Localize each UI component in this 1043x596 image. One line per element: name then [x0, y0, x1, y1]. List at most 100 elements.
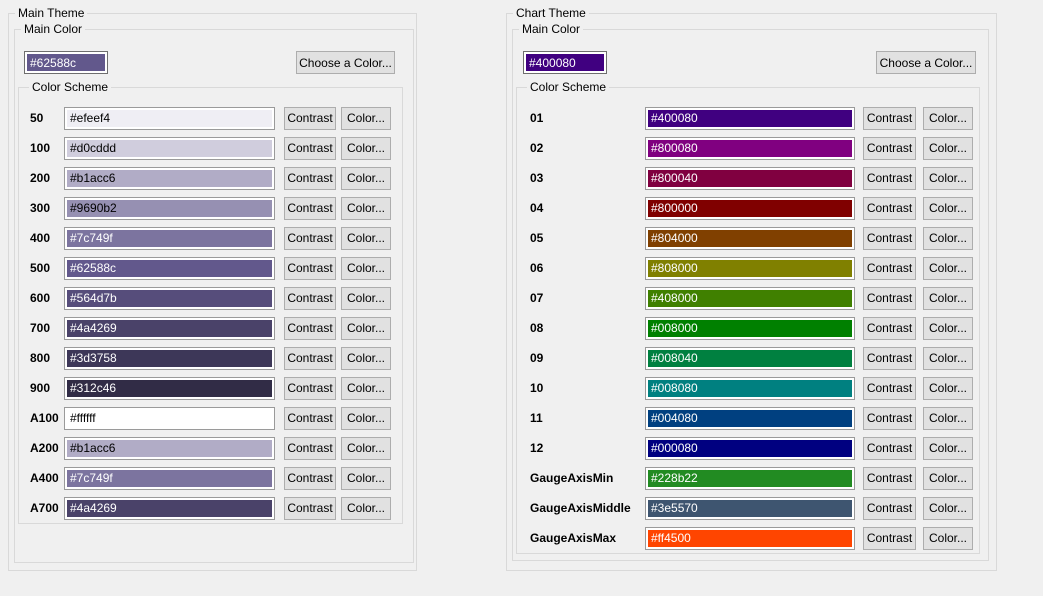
- scheme-color-field[interactable]: #ff4500: [645, 527, 855, 550]
- color-button[interactable]: Color...: [341, 197, 391, 220]
- choose-color-button[interactable]: Choose a Color...: [876, 51, 976, 74]
- main-color-swatch[interactable]: #400080: [523, 51, 607, 74]
- color-button[interactable]: Color...: [341, 287, 391, 310]
- color-button[interactable]: Color...: [341, 497, 391, 520]
- scheme-color-field[interactable]: #3d3758: [64, 347, 275, 370]
- contrast-button[interactable]: Contrast: [863, 467, 916, 490]
- contrast-button[interactable]: Contrast: [863, 437, 916, 460]
- contrast-button[interactable]: Contrast: [284, 347, 336, 370]
- scheme-color-value: #4a4269: [67, 320, 272, 337]
- color-button[interactable]: Color...: [923, 407, 973, 430]
- color-button[interactable]: Color...: [341, 437, 391, 460]
- contrast-button[interactable]: Contrast: [863, 257, 916, 280]
- color-scheme-row: A700 #4a4269 Contrast Color...: [19, 493, 402, 523]
- color-button[interactable]: Color...: [923, 287, 973, 310]
- color-button[interactable]: Color...: [923, 467, 973, 490]
- color-button[interactable]: Color...: [923, 137, 973, 160]
- contrast-button[interactable]: Contrast: [284, 167, 336, 190]
- scheme-color-field[interactable]: #008000: [645, 317, 855, 340]
- scheme-color-field[interactable]: #004080: [645, 407, 855, 430]
- color-button[interactable]: Color...: [341, 467, 391, 490]
- contrast-button[interactable]: Contrast: [284, 137, 336, 160]
- scheme-color-field[interactable]: #efeef4: [64, 107, 275, 130]
- scheme-color-field[interactable]: #408000: [645, 287, 855, 310]
- scheme-color-field[interactable]: #312c46: [64, 377, 275, 400]
- color-button[interactable]: Color...: [341, 407, 391, 430]
- color-button[interactable]: Color...: [923, 167, 973, 190]
- scheme-color-field[interactable]: #228b22: [645, 467, 855, 490]
- contrast-button[interactable]: Contrast: [863, 107, 916, 130]
- color-scheme-row: 200 #b1acc6 Contrast Color...: [19, 163, 402, 193]
- color-button[interactable]: Color...: [341, 377, 391, 400]
- scheme-row-label: 200: [30, 171, 64, 185]
- scheme-color-field[interactable]: #d0cddd: [64, 137, 275, 160]
- contrast-button[interactable]: Contrast: [863, 287, 916, 310]
- scheme-color-field[interactable]: #9690b2: [64, 197, 275, 220]
- color-button[interactable]: Color...: [923, 497, 973, 520]
- contrast-button[interactable]: Contrast: [284, 287, 336, 310]
- color-button[interactable]: Color...: [923, 377, 973, 400]
- scheme-color-value: #ff4500: [648, 530, 852, 547]
- color-button[interactable]: Color...: [341, 167, 391, 190]
- contrast-button[interactable]: Contrast: [284, 377, 336, 400]
- scheme-color-field[interactable]: #4a4269: [64, 317, 275, 340]
- contrast-button[interactable]: Contrast: [863, 497, 916, 520]
- scheme-row-label: 04: [530, 201, 645, 215]
- color-button[interactable]: Color...: [923, 107, 973, 130]
- color-button[interactable]: Color...: [923, 437, 973, 460]
- color-button[interactable]: Color...: [341, 107, 391, 130]
- scheme-color-field[interactable]: #800000: [645, 197, 855, 220]
- scheme-color-field[interactable]: #b1acc6: [64, 167, 275, 190]
- scheme-color-field[interactable]: #800080: [645, 137, 855, 160]
- contrast-button[interactable]: Contrast: [863, 347, 916, 370]
- chart-theme-group-title: Chart Theme: [513, 6, 589, 20]
- scheme-color-field[interactable]: #4a4269: [64, 497, 275, 520]
- scheme-color-field[interactable]: #62588c: [64, 257, 275, 280]
- color-scheme-row: 06 #808000 Contrast Color...: [517, 253, 979, 283]
- scheme-color-field[interactable]: #008040: [645, 347, 855, 370]
- scheme-color-field[interactable]: #b1acc6: [64, 437, 275, 460]
- contrast-button[interactable]: Contrast: [863, 527, 916, 550]
- color-button[interactable]: Color...: [341, 227, 391, 250]
- color-button[interactable]: Color...: [923, 227, 973, 250]
- color-button[interactable]: Color...: [923, 257, 973, 280]
- scheme-color-field[interactable]: #808000: [645, 257, 855, 280]
- contrast-button[interactable]: Contrast: [284, 197, 336, 220]
- scheme-color-field[interactable]: #ffffff: [64, 407, 275, 430]
- scheme-color-field[interactable]: #804000: [645, 227, 855, 250]
- color-button[interactable]: Color...: [341, 317, 391, 340]
- contrast-button[interactable]: Contrast: [863, 227, 916, 250]
- color-scheme-row: 05 #804000 Contrast Color...: [517, 223, 979, 253]
- contrast-button[interactable]: Contrast: [863, 197, 916, 220]
- main-color-swatch[interactable]: #62588c: [24, 51, 108, 74]
- scheme-color-field[interactable]: #564d7b: [64, 287, 275, 310]
- color-button[interactable]: Color...: [341, 347, 391, 370]
- choose-color-button[interactable]: Choose a Color...: [296, 51, 395, 74]
- color-button[interactable]: Color...: [341, 257, 391, 280]
- scheme-color-field[interactable]: #000080: [645, 437, 855, 460]
- color-button[interactable]: Color...: [923, 527, 973, 550]
- color-button[interactable]: Color...: [923, 197, 973, 220]
- contrast-button[interactable]: Contrast: [863, 407, 916, 430]
- scheme-color-field[interactable]: #3e5570: [645, 497, 855, 520]
- contrast-button[interactable]: Contrast: [863, 317, 916, 340]
- contrast-button[interactable]: Contrast: [284, 467, 336, 490]
- contrast-button[interactable]: Contrast: [284, 407, 336, 430]
- contrast-button[interactable]: Contrast: [284, 257, 336, 280]
- contrast-button[interactable]: Contrast: [863, 167, 916, 190]
- color-button[interactable]: Color...: [923, 347, 973, 370]
- scheme-color-field[interactable]: #7c749f: [64, 467, 275, 490]
- contrast-button[interactable]: Contrast: [284, 497, 336, 520]
- scheme-color-field[interactable]: #7c749f: [64, 227, 275, 250]
- contrast-button[interactable]: Contrast: [284, 107, 336, 130]
- contrast-button[interactable]: Contrast: [284, 317, 336, 340]
- color-button[interactable]: Color...: [923, 317, 973, 340]
- scheme-color-field[interactable]: #800040: [645, 167, 855, 190]
- contrast-button[interactable]: Contrast: [284, 227, 336, 250]
- scheme-color-field[interactable]: #008080: [645, 377, 855, 400]
- contrast-button[interactable]: Contrast: [284, 437, 336, 460]
- contrast-button[interactable]: Contrast: [863, 137, 916, 160]
- color-button[interactable]: Color...: [341, 137, 391, 160]
- scheme-color-field[interactable]: #400080: [645, 107, 855, 130]
- contrast-button[interactable]: Contrast: [863, 377, 916, 400]
